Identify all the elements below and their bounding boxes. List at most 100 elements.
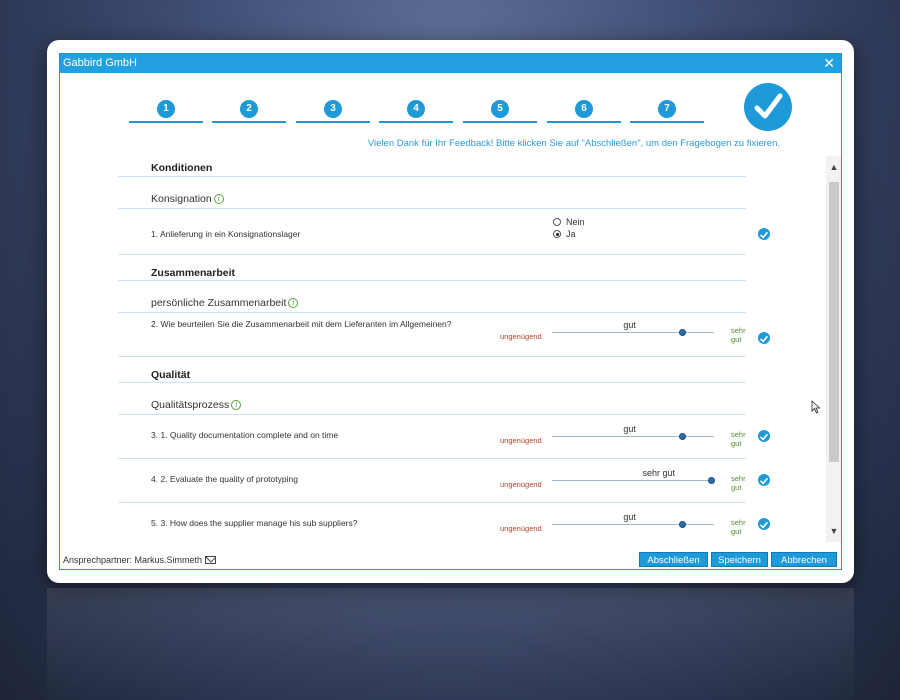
slider-track [552, 524, 714, 525]
divider [118, 382, 746, 383]
scale-high-label: sehr gut [731, 326, 746, 344]
group-title-persoenliche-zusammenarbeit: persönliche Zusammenarbeit i [151, 297, 299, 309]
radio-option-nein[interactable]: Nein [553, 216, 585, 228]
step-5[interactable]: 5 [463, 100, 537, 124]
answered-check-icon [758, 474, 770, 486]
info-icon[interactable]: i [231, 400, 242, 410]
group-title-konsignation: Konsignation i [151, 193, 224, 205]
dialog-titlebar: Gabbird GmbH ✕ [60, 54, 841, 73]
mouse-cursor-icon [811, 400, 821, 419]
slider-handle[interactable] [678, 329, 686, 336]
dialog-title: Gabbird GmbH [63, 57, 137, 69]
divider [118, 502, 746, 503]
scroll-up-icon[interactable]: ▲ [826, 162, 841, 176]
question-1: 1. Anlieferung in ein Konsignationslager [151, 229, 301, 239]
step-number: 6 [575, 100, 593, 118]
group-title-qualitaetsprozess: Qualitätsprozess i [151, 399, 242, 411]
scale-low-label: ungenügend [500, 480, 542, 489]
scale-low-label: ungenügend [500, 524, 542, 533]
divider [118, 356, 746, 357]
step-7[interactable]: 7 [630, 100, 704, 124]
question-3: 3. 1. Quality documentation complete and… [151, 430, 339, 440]
scale-high-line1: sehr [731, 326, 746, 335]
scale-high-line2: gut [731, 483, 742, 492]
info-icon[interactable]: i [288, 298, 299, 308]
rating-slider[interactable] [552, 520, 714, 530]
scale-high-label: sehr gut [731, 430, 746, 448]
step-2[interactable]: 2 [212, 100, 286, 124]
radio-option-ja[interactable]: Ja [553, 228, 585, 240]
divider [118, 414, 746, 415]
divider [118, 280, 746, 281]
step-number: 4 [407, 100, 425, 118]
step-number: 5 [491, 100, 509, 118]
answered-check-icon [758, 430, 770, 442]
contact-text: Ansprechpartner: Markus.Simmeth [63, 555, 203, 565]
save-button[interactable]: Speichern [711, 552, 768, 567]
step-6[interactable]: 6 [547, 100, 621, 124]
questionnaire-dialog: Gabbird GmbH ✕ 1 2 3 4 5 6 7 Vielen Dank für I… [59, 53, 842, 570]
radio-label: Ja [566, 229, 576, 239]
step-underline [212, 121, 286, 123]
step-number: 2 [240, 100, 258, 118]
divider [118, 312, 746, 313]
divider [118, 254, 746, 255]
scale-high-line1: sehr [731, 430, 746, 439]
scroll-down-icon[interactable]: ▼ [826, 526, 841, 540]
rating-slider[interactable] [552, 432, 714, 442]
slider-handle[interactable] [678, 433, 686, 440]
completed-check-icon [744, 83, 792, 131]
scrollbar-thumb[interactable] [829, 182, 839, 462]
step-4[interactable]: 4 [379, 100, 453, 124]
finish-button[interactable]: Abschließen [639, 552, 708, 567]
scale-high-line2: gut [731, 335, 742, 344]
answered-check-icon [758, 332, 770, 344]
step-number: 3 [324, 100, 342, 118]
step-number: 7 [658, 100, 676, 118]
scale-high-line1: sehr [731, 474, 746, 483]
step-underline [463, 121, 537, 123]
scale-low-label: ungenügend [500, 436, 542, 445]
question-2: 2. Wie beurteilen Sie die Zusammenarbeit… [151, 319, 452, 329]
step-3[interactable]: 3 [296, 100, 370, 124]
group-label: Konsignation [151, 193, 212, 205]
radio-label: Nein [566, 217, 585, 227]
cancel-button[interactable]: Abbrechen [771, 552, 837, 567]
divider [118, 176, 746, 177]
answered-check-icon [758, 518, 770, 530]
reflection-gradient [47, 588, 854, 700]
group-label: persönliche Zusammenarbeit [151, 297, 287, 309]
slider-track [552, 480, 714, 481]
scale-high-label: sehr gut [731, 474, 746, 492]
answered-check-icon [758, 228, 770, 240]
scale-low-label: ungenügend [500, 332, 542, 341]
step-underline [379, 121, 453, 123]
question-4: 4. 2. Evaluate the quality of prototypin… [151, 474, 298, 484]
slider-handle[interactable] [678, 521, 686, 528]
step-underline [630, 121, 704, 123]
rating-slider[interactable] [552, 328, 714, 338]
radio-button-selected[interactable] [553, 230, 561, 238]
slider-track [552, 436, 714, 437]
section-title-konditionen: Konditionen [151, 162, 213, 174]
contact-person: Ansprechpartner: Markus.Simmeth [63, 555, 217, 565]
info-icon[interactable]: i [213, 194, 224, 204]
vertical-scrollbar[interactable]: ▲ ▼ [826, 156, 841, 542]
divider [118, 208, 746, 209]
mail-icon[interactable] [205, 556, 217, 564]
slider-track [552, 332, 714, 333]
step-1[interactable]: 1 [129, 100, 203, 124]
close-icon[interactable]: ✕ [823, 55, 835, 71]
step-underline [547, 121, 621, 123]
radio-group-konsignation: Nein Ja [553, 216, 585, 240]
group-label: Qualitätsprozess [151, 399, 230, 411]
section-title-qualitaet: Qualität [151, 369, 191, 381]
section-title-zusammenarbeit: Zusammenarbeit [151, 267, 236, 279]
slider-handle[interactable] [707, 477, 715, 484]
scale-high-line1: sehr [731, 518, 746, 527]
radio-button[interactable] [553, 218, 561, 226]
rating-slider[interactable] [552, 476, 715, 486]
scale-high-label: sehr gut [731, 518, 746, 536]
scale-high-line2: gut [731, 527, 742, 536]
dialog-footer: Ansprechpartner: Markus.Simmeth Abschlie… [60, 550, 841, 569]
